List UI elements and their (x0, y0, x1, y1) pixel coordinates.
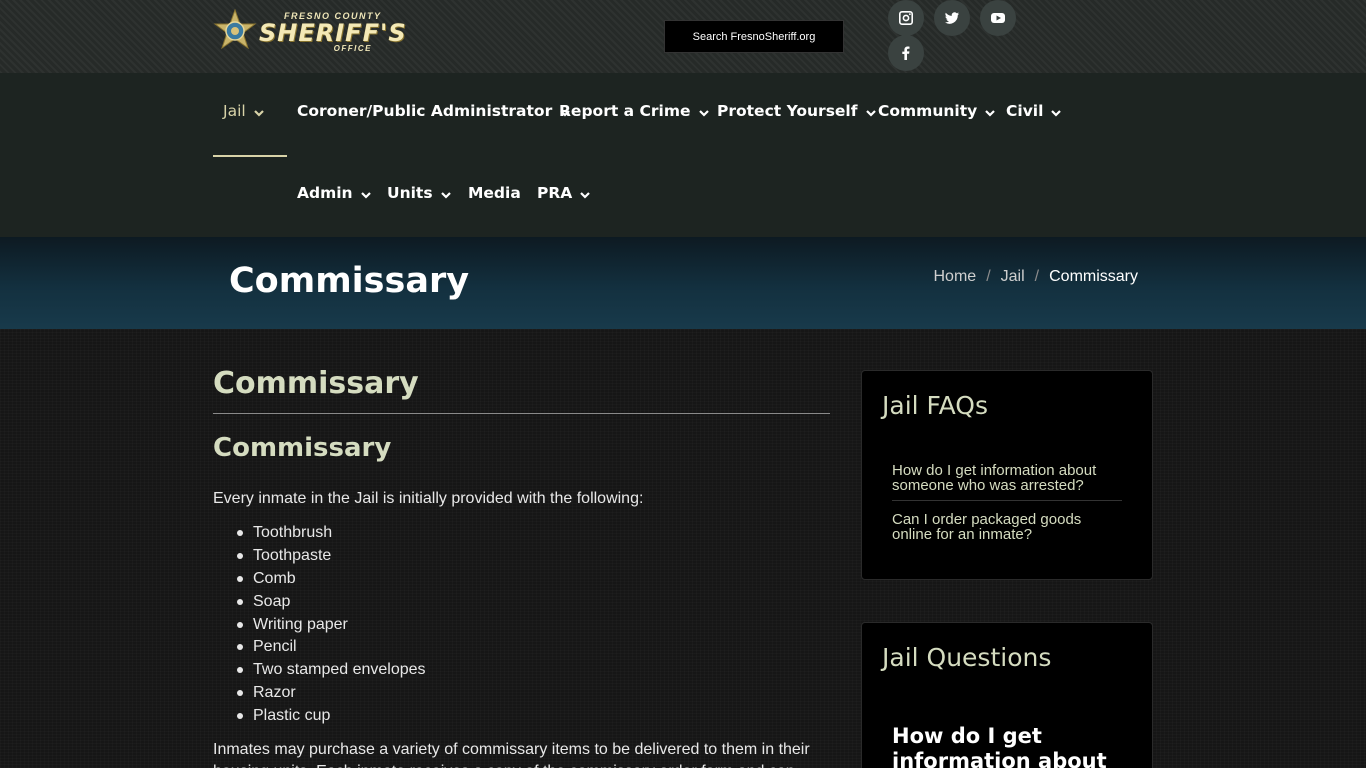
jail-faqs-card: Jail FAQs How do I get information about… (861, 370, 1153, 580)
list-item: Toothbrush (237, 523, 426, 546)
facebook-link[interactable] (888, 35, 924, 71)
nav-item-label: PRA (537, 184, 573, 202)
nav-item-label: Admin (297, 184, 353, 202)
nav-item-protect-yourself[interactable]: Protect Yourself (717, 99, 877, 123)
youtube-icon (991, 13, 1005, 23)
active-nav-indicator (213, 155, 287, 157)
list-item: Plastic cup (237, 706, 426, 729)
nav-item-label: Protect Yourself (717, 102, 858, 120)
chevron-down-icon (984, 105, 996, 117)
content-subheading: Commissary (213, 433, 392, 463)
jail-questions-card: Jail Questions How do I get information … (861, 622, 1153, 768)
page-title: Commissary (229, 261, 470, 301)
breadcrumb-separator: / (1034, 268, 1040, 285)
nav-item-label: Jail (223, 102, 246, 120)
breadcrumb: Home / Jail / Commissary (934, 268, 1139, 286)
twitter-icon (945, 12, 959, 24)
chevron-down-icon (253, 105, 265, 117)
nav-item-coroner[interactable]: Coroner/Public Administrator (297, 99, 571, 123)
nav-item-media[interactable]: Media (468, 181, 521, 205)
page-banner (0, 237, 1366, 329)
nav-item-civil[interactable]: Civil (1006, 99, 1062, 123)
breadcrumb-jail[interactable]: Jail (1001, 268, 1025, 286)
content-area (0, 329, 1366, 768)
nav-item-label: Coroner/Public Administrator (297, 102, 553, 120)
chevron-down-icon (579, 187, 591, 199)
main-nav (0, 73, 1366, 237)
nav-item-report-crime[interactable]: Report a Crime (559, 99, 710, 123)
nav-item-admin[interactable]: Admin (297, 181, 372, 205)
facebook-icon (902, 46, 910, 60)
breadcrumb-home[interactable]: Home (934, 268, 977, 286)
search-button[interactable]: Search FresnoSheriff.org (664, 20, 844, 53)
list-item: Writing paper (237, 615, 426, 638)
list-item: Toothpaste (237, 546, 426, 569)
nav-item-jail[interactable]: Jail (223, 99, 265, 123)
nav-item-label: Units (387, 184, 433, 202)
instagram-icon (899, 11, 913, 25)
faq-link-arrest-info[interactable]: How do I get information about someone w… (892, 463, 1124, 493)
list-item: Comb (237, 569, 426, 592)
site-logo[interactable]: FRESNO COUNTY SHERIFF'S OFFICE (213, 8, 429, 56)
question-link[interactable]: How do I get information about (892, 724, 1132, 768)
list-item: Razor (237, 683, 426, 706)
logo-office: OFFICE (333, 43, 372, 53)
nav-item-label: Community (878, 102, 978, 120)
commissary-paragraph: Inmates may purchase a variety of commis… (213, 741, 810, 768)
nav-item-community[interactable]: Community (878, 99, 996, 123)
list-item: Pencil (237, 637, 426, 660)
nav-item-pra[interactable]: PRA (537, 181, 591, 205)
logo-main: SHERIFF'S (259, 18, 407, 47)
content-heading: Commissary (213, 366, 419, 401)
chevron-down-icon (865, 105, 877, 117)
intro-text: Every inmate in the Jail is initially pr… (213, 490, 644, 507)
card-title: Jail Questions (882, 643, 1052, 672)
list-item: Soap (237, 592, 426, 615)
faq-divider (892, 500, 1122, 501)
chevron-down-icon (698, 105, 710, 117)
chevron-down-icon (360, 187, 372, 199)
instagram-link[interactable] (888, 0, 924, 36)
nav-item-label: Report a Crime (559, 102, 691, 120)
youtube-link[interactable] (980, 0, 1016, 36)
faq-link-packaged-goods[interactable]: Can I order packaged goods online for an… (892, 512, 1124, 542)
nav-item-label: Media (468, 184, 521, 202)
chevron-down-icon (440, 187, 452, 199)
breadcrumb-separator: / (986, 268, 991, 285)
twitter-link[interactable] (934, 0, 970, 36)
nav-item-label: Civil (1006, 102, 1044, 120)
chevron-down-icon (1050, 105, 1062, 117)
provided-items-list: Toothbrush Toothpaste Comb Soap Writing … (237, 523, 426, 729)
heading-divider (213, 413, 830, 414)
sheriff-star-icon (213, 9, 257, 50)
card-title: Jail FAQs (882, 391, 988, 420)
list-item: Two stamped envelopes (237, 660, 426, 683)
breadcrumb-current: Commissary (1049, 268, 1138, 285)
nav-item-units[interactable]: Units (387, 181, 452, 205)
